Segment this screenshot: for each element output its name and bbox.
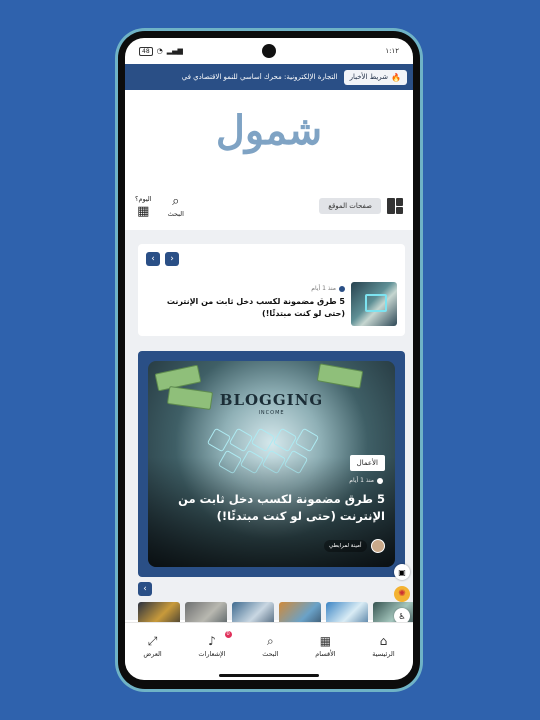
money-bill-image <box>316 363 364 389</box>
expand-icon: ⤢ <box>147 634 158 648</box>
prev-arrow-button[interactable]: ‹ <box>146 252 160 266</box>
ticker-label-button[interactable]: 🔥 شريط الأخبار <box>343 69 407 85</box>
ticker-label: شريط الأخبار <box>349 73 389 81</box>
home-icon: ⌂ <box>379 634 388 648</box>
toolbar-menu: صفحات الموقع <box>319 198 403 214</box>
site-header: شمول <box>125 90 413 170</box>
nav-home[interactable]: ⌂ الرئيسية <box>372 635 394 658</box>
signal-icon: ▂▄▆ <box>166 47 183 55</box>
search-button[interactable]: ⌕ البحث <box>168 195 184 218</box>
next-arrow-button[interactable]: › <box>165 252 179 266</box>
post-meta: منذ 1 أيام <box>311 285 345 292</box>
phone-frame: 48 ◔ ▂▄▆ ١:١٢ التجارة الإلكترونية: محرك … <box>115 28 423 692</box>
clock-icon <box>377 477 383 484</box>
featured-title[interactable]: 5 طرق مضمونة لكسب دخل ثابت من الإنترنت (… <box>157 491 385 525</box>
bottom-navigation: ⌂ الرئيسية ▦ الأقسام ⌕ البحث ♪ 0 الإشعار… <box>125 622 413 670</box>
toolbar-tools: اليوم؟ ▦ ⌕ البحث <box>135 195 184 218</box>
clock: ١:١٢ <box>385 47 399 55</box>
search-icon: ⌕ <box>172 193 180 209</box>
home-indicator[interactable] <box>219 674 319 677</box>
header-toolbar: اليوم؟ ▦ ⌕ البحث صفحات الموقع <box>125 188 413 224</box>
battery-icon: 48 <box>139 46 153 56</box>
site-pages-button[interactable]: صفحات الموقع <box>319 198 381 214</box>
nav-label: البحث <box>262 650 279 658</box>
search-label: البحث <box>167 209 184 218</box>
post-time: منذ 1 أيام <box>311 285 336 292</box>
fire-icon: 🔥 <box>391 72 401 82</box>
grid-icon: ▦ <box>319 634 332 648</box>
app-screen: 48 ◔ ▂▄▆ ١:١٢ التجارة الإلكترونية: محرك … <box>125 38 413 680</box>
site-logo[interactable]: شمول <box>216 107 322 154</box>
author-chip[interactable]: أمينة لمرابطي <box>324 539 385 553</box>
reader-mode-icon[interactable]: ▣ <box>394 564 410 580</box>
calendar-icon: ▦ <box>137 203 150 219</box>
status-bar: 48 ◔ ▂▄▆ ١:١٢ <box>125 38 413 64</box>
clock-icon <box>339 285 345 292</box>
notification-badge: 0 <box>224 631 232 638</box>
slider-arrows: ‹ › <box>146 252 179 266</box>
nav-notifications[interactable]: ♪ 0 الإشعارات <box>198 631 232 658</box>
layout-grid-icon[interactable] <box>387 198 403 214</box>
image-subheading: INCOME <box>258 410 285 416</box>
category-badge[interactable]: الأعمال <box>349 455 385 471</box>
today-label: اليوم؟ <box>135 194 152 203</box>
featured-post[interactable]: BLOGGING INCOME الأعمال منذ 1 أيام 5 طرق… <box>138 351 405 577</box>
author-name: أمينة لمرابطي <box>324 540 367 552</box>
nav-label: العرض <box>143 650 162 658</box>
nav-label: الأقسام <box>315 650 336 658</box>
avatar <box>370 539 385 553</box>
camera-notch <box>262 44 276 58</box>
featured-image[interactable]: BLOGGING INCOME الأعمال منذ 1 أيام 5 طرق… <box>148 361 395 567</box>
nav-display[interactable]: ⤢ العرض <box>143 635 161 658</box>
nav-label: الرئيسية <box>372 650 395 658</box>
post-thumbnail[interactable] <box>351 282 397 326</box>
featured-time: منذ 1 أيام <box>349 477 374 484</box>
featured-meta: منذ 1 أيام <box>349 477 383 484</box>
floating-tools: ▣ ✺ ♿ <box>393 564 411 624</box>
nav-sections[interactable]: ▦ الأقسام <box>315 635 335 658</box>
recent-post-card[interactable]: ‹ › منذ 1 أيام 5 طرق مضمونة لكسب دخل ثاب… <box>138 244 405 336</box>
today-button[interactable]: اليوم؟ ▦ <box>135 195 152 218</box>
phone-bezel: 48 ◔ ▂▄▆ ١:١٢ التجارة الإلكترونية: محرك … <box>118 31 420 689</box>
image-heading: BLOGGING <box>219 391 324 409</box>
search-icon: ⌕ <box>267 634 274 648</box>
wifi-icon: ◔ <box>156 47 163 55</box>
news-ticker: التجارة الإلكترونية: محرك أساسي للنمو ال… <box>125 64 413 90</box>
bell-icon: ♪ <box>208 634 216 648</box>
nav-search[interactable]: ⌕ البحث <box>262 635 278 658</box>
post-title[interactable]: 5 طرق مضمونة لكسب دخل ثابت من الإنترنت (… <box>150 296 345 320</box>
thumbs-prev-button[interactable]: ‹ <box>138 582 152 596</box>
ticker-headline[interactable]: التجارة الإلكترونية: محرك أساسي للنمو ال… <box>131 73 338 81</box>
theme-toggle-icon[interactable]: ✺ <box>394 586 410 602</box>
status-icons: 48 ◔ ▂▄▆ <box>139 46 183 56</box>
nav-label: الإشعارات <box>198 650 226 658</box>
